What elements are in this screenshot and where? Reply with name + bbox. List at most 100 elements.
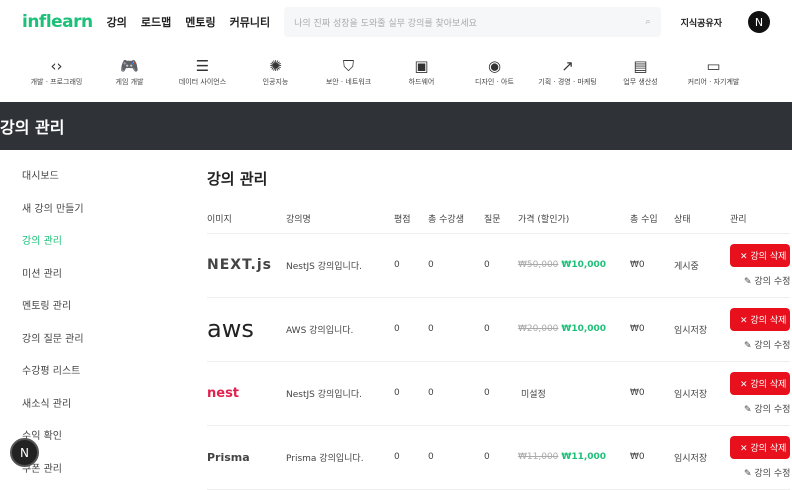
category-item[interactable]: ‹› 개발 · 프로그래밍: [20, 57, 93, 87]
category-label: 업무 생산성: [623, 78, 658, 86]
category-label: 데이터 사이언스: [178, 78, 227, 86]
table-row: aws AWS 강의입니다. 0 0 0 ₩20,000 ₩10,000 ₩0 임…: [207, 297, 791, 362]
trend-icon: ↗: [561, 57, 574, 75]
revenue: ₩0: [630, 361, 674, 426]
sidebar-item[interactable]: 새 강의 만들기: [22, 193, 84, 226]
delete-course-button[interactable]: ✕ 강의 삭제: [730, 435, 790, 459]
students: 0: [428, 361, 484, 426]
category-item[interactable]: ◉ 디자인 · 아트: [458, 57, 531, 87]
category-label: 기획 · 경영 · 마케팅: [538, 78, 597, 86]
sidebar-item[interactable]: 대시보드: [22, 160, 84, 193]
category-item[interactable]: ▤ 업무 생산성: [604, 57, 677, 87]
chip-icon: ▣: [414, 57, 429, 75]
category-label: 디자인 · 아트: [475, 78, 514, 86]
category-item[interactable]: ▣ 하드웨어: [385, 57, 458, 87]
category-label: 보안 · 네트워크: [325, 78, 372, 86]
delete-course-button[interactable]: ✕ 강의 삭제: [730, 307, 790, 331]
sidebar-item[interactable]: 새소식 관리: [22, 388, 84, 421]
course-table: 이미지 강의명 평점 총 수강생 질문 가격 (할인가) 총 수입 상태 관리 NEXT.js …: [207, 205, 791, 490]
rating: 0: [394, 297, 428, 362]
main-content: 강의 관리 이미지 강의명 평점 총 수강생 질문 가격 (할인가) 총 수입 상태 관리 NE…: [207, 168, 792, 490]
column-header: 상태: [674, 205, 730, 234]
page-band: 강의 관리: [0, 102, 792, 150]
category-label: 인공지능: [262, 78, 289, 86]
sidebar-item[interactable]: 수강평 리스트: [22, 355, 84, 388]
discount-price: ₩10,000: [561, 260, 607, 270]
nav-mentoring[interactable]: 멘토링: [185, 16, 215, 29]
course-thumbnail[interactable]: aws: [207, 315, 254, 343]
rating: 0: [394, 361, 428, 426]
brain-icon: ✺: [269, 57, 282, 75]
course-thumbnail[interactable]: nest: [207, 386, 239, 401]
nav-roadmap[interactable]: 로드맵: [141, 16, 171, 29]
edit-course-button[interactable]: ✎ 강의 수정: [730, 274, 790, 287]
questions: 0: [484, 233, 518, 298]
discount-price: 미설정: [521, 389, 546, 400]
original-price: ₩50,000: [518, 260, 559, 270]
column-header: 관리: [730, 205, 791, 234]
sidebar: 대시보드 새 강의 만들기 강의 관리 미션 관리 멘토링 관리 강의 질문 관리 수강평 …: [22, 160, 84, 485]
search-placeholder: 나의 진짜 성장을 도와줄 실무 강의를 찾아보세요: [294, 18, 477, 29]
delete-course-button[interactable]: ✕ 강의 삭제: [730, 243, 790, 267]
rating: 0: [394, 233, 428, 298]
students: 0: [428, 297, 484, 362]
edit-course-button[interactable]: ✎ 강의 수정: [730, 338, 790, 351]
sidebar-item[interactable]: 강의 관리: [22, 225, 84, 258]
table-row: Prisma Prisma 강의입니다. 0 0 0 ₩11,000 ₩11,00…: [207, 425, 791, 490]
search-input[interactable]: 나의 진짜 성장을 도와줄 실무 강의를 찾아보세요 ⌕: [284, 7, 661, 37]
nav-community[interactable]: 커뮤니티: [230, 16, 270, 29]
category-item[interactable]: ⛉ 보안 · 네트워크: [312, 57, 385, 87]
course-name[interactable]: Prisma 강의입니다.: [286, 425, 394, 490]
original-price: ₩11,000: [518, 452, 559, 462]
course-name[interactable]: AWS 강의입니다.: [286, 297, 394, 362]
course-name[interactable]: NestJS 강의입니다.: [286, 233, 394, 298]
category-label: 게임 개발: [115, 78, 144, 86]
category-item[interactable]: ✺ 인공지능: [239, 57, 312, 87]
discount-price: ₩11,000: [561, 452, 607, 462]
category-item[interactable]: ↗ 기획 · 경영 · 마케팅: [531, 57, 604, 87]
status: 임시저장: [674, 297, 730, 362]
edit-course-button[interactable]: ✎ 강의 수정: [730, 466, 790, 479]
category-item[interactable]: ☰ 데이터 사이언스: [166, 57, 239, 87]
sidebar-item[interactable]: 미션 관리: [22, 258, 84, 291]
delete-course-button[interactable]: ✕ 강의 삭제: [730, 371, 790, 395]
table-row: NEXT.js NestJS 강의입니다. 0 0 0 ₩50,000 ₩10,0…: [207, 233, 791, 298]
questions: 0: [484, 425, 518, 490]
edit-course-button[interactable]: ✎ 강의 수정: [730, 402, 790, 415]
questions: 0: [484, 361, 518, 426]
category-label: 하드웨어: [408, 78, 435, 86]
header: inflearn 강의 로드맵 멘토링 커뮤니티 나의 진짜 성장을 도와줄 실무 강…: [0, 0, 792, 44]
revenue: ₩0: [630, 233, 674, 298]
column-header: 질문: [484, 205, 518, 234]
column-header: 가격 (할인가): [518, 205, 630, 234]
revenue: ₩0: [630, 297, 674, 362]
nav-courses[interactable]: 강의: [107, 16, 127, 29]
questions: 0: [484, 297, 518, 362]
instructor-link[interactable]: 지식공유자: [681, 16, 722, 29]
avatar[interactable]: N: [748, 11, 770, 33]
status: 게시중: [674, 233, 730, 298]
sidebar-item[interactable]: 강의 질문 관리: [22, 323, 84, 356]
course-name[interactable]: NestJS 강의입니다.: [286, 361, 394, 426]
status: 임시저장: [674, 361, 730, 426]
category-item[interactable]: 🎮 게임 개발: [93, 57, 166, 87]
rating: 0: [394, 425, 428, 490]
search-icon[interactable]: ⌕: [646, 17, 651, 27]
inflearn-logo[interactable]: inflearn: [22, 12, 93, 32]
column-header: 평점: [394, 205, 428, 234]
revenue: ₩0: [630, 425, 674, 490]
band-title: 강의 관리: [0, 118, 65, 137]
students: 0: [428, 425, 484, 490]
category-bar: ‹› 개발 · 프로그래밍 🎮 게임 개발 ☰ 데이터 사이언스 ✺ 인공지능 ⛉ 보안 · 네트…: [0, 44, 792, 100]
course-thumbnail[interactable]: Prisma: [207, 451, 250, 464]
category-label: 커리어 · 자기계발: [687, 78, 740, 86]
category-item[interactable]: ▭ 커리어 · 자기계발: [677, 57, 750, 87]
course-thumbnail[interactable]: NEXT.js: [207, 257, 272, 273]
floating-avatar-button[interactable]: N: [10, 438, 39, 467]
column-header: 총 수입: [630, 205, 674, 234]
gamepad-icon: 🎮: [120, 57, 139, 75]
table-row: nest NestJS 강의입니다. 0 0 0 미설정 ₩0 임시저장 ✕ 강…: [207, 361, 791, 426]
sidebar-item[interactable]: 멘토링 관리: [22, 290, 84, 323]
column-header: 총 수강생: [428, 205, 484, 234]
shield-icon: ⛉: [342, 57, 355, 75]
